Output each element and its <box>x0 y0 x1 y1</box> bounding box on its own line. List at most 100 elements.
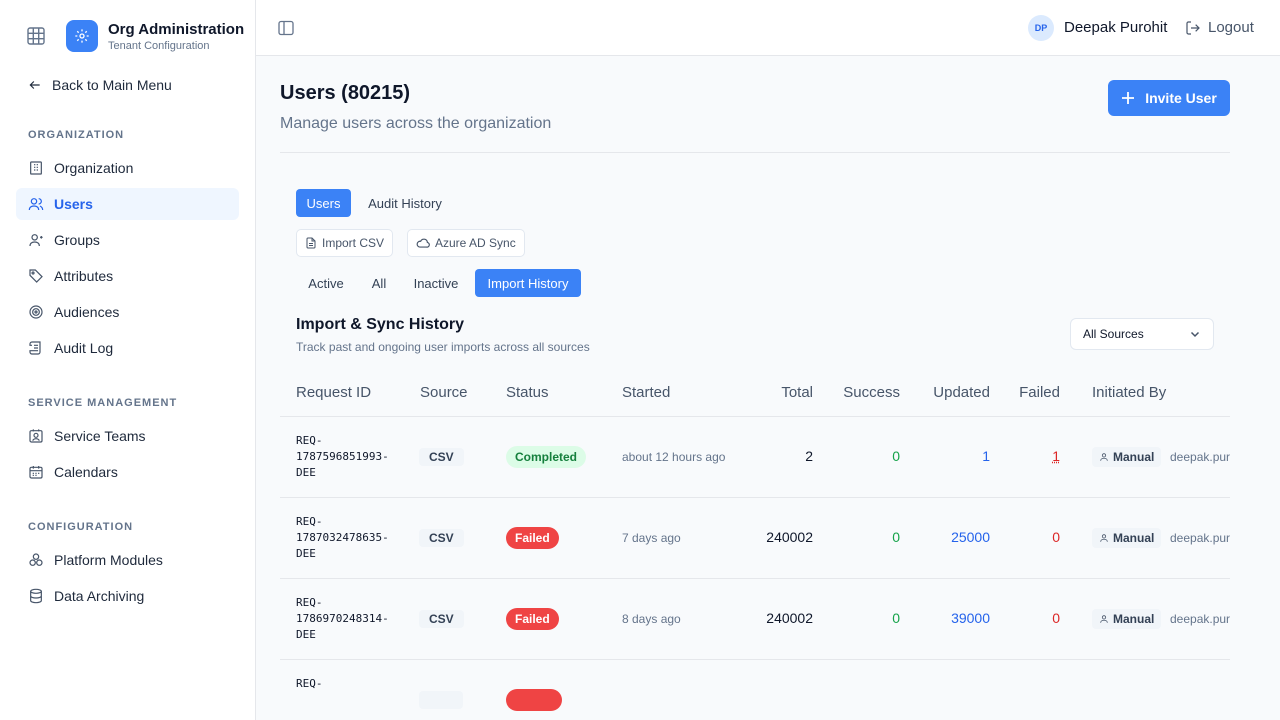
sidebar-item-label: Groups <box>54 232 100 248</box>
page-subtitle: Manage users across the organization <box>280 115 552 132</box>
tag-icon <box>29 269 43 283</box>
sidebar-item-data-archiving[interactable]: Data Archiving <box>16 580 239 612</box>
table-row[interactable]: REQ- 1786970248314- DEE CSV Failed 8 days … <box>280 579 1230 660</box>
col-updated: Updated <box>933 384 990 401</box>
modules-icon <box>29 553 43 566</box>
brand-subtitle: Tenant Configuration <box>108 40 210 52</box>
initiated-badge: Manual <box>1092 447 1162 467</box>
started-time: about 12 hours ago <box>622 450 726 464</box>
sidebar-item-label: Users <box>54 196 93 212</box>
tab-inactive[interactable]: Inactive <box>404 269 468 297</box>
history-subtitle: Track past and ongoing user imports acro… <box>296 340 590 354</box>
col-success: Success <box>843 384 900 401</box>
cloud-icon <box>416 238 430 248</box>
history-title: Import & Sync History <box>296 316 465 333</box>
scroll-icon <box>29 341 41 355</box>
calendar-icon <box>29 466 43 479</box>
started-time: 8 days ago <box>622 612 681 626</box>
brand-header: Org Administration Tenant Configuration <box>0 0 255 72</box>
avatar[interactable]: DP <box>1028 15 1054 41</box>
sidebar-item-groups[interactable]: Groups <box>16 224 239 256</box>
invite-user-label: Invite User <box>1145 90 1217 106</box>
sidebar-item-label: Data Archiving <box>54 588 145 604</box>
page-title: Users (80215) <box>280 82 411 104</box>
tab-all[interactable]: All <box>364 269 394 297</box>
sidebar-item-calendars[interactable]: Calendars <box>16 456 239 488</box>
history-table: Request ID Source Status Started Total S… <box>280 367 1230 720</box>
logout-icon <box>1186 20 1200 35</box>
section-label-service-management: SERVICE MANAGEMENT <box>28 397 178 409</box>
success-count: 0 <box>892 529 900 545</box>
col-source: Source <box>420 384 468 401</box>
col-request-id: Request ID <box>296 384 372 401</box>
request-id: REQ- 1787596851993- DEE <box>296 434 389 479</box>
initiator-email: deepak.purohit <box>1170 531 1230 545</box>
sidebar-item-service-teams[interactable]: Service Teams <box>16 420 239 452</box>
azure-ad-sync-label: Azure AD Sync <box>435 236 516 250</box>
request-id: REQ- 1786970248314- DEE <box>296 596 389 641</box>
target-icon <box>29 305 43 319</box>
sidebar-item-label: Calendars <box>54 464 118 480</box>
table-row[interactable]: REQ- <box>280 660 1230 720</box>
table-header: Request ID Source Status Started Total S… <box>280 367 1230 417</box>
success-count: 0 <box>892 610 900 626</box>
table-row[interactable]: REQ- 1787596851993- DEE CSV Completed abou… <box>280 417 1230 498</box>
sidebar-item-label: Audiences <box>54 304 120 320</box>
col-started: Started <box>622 384 671 401</box>
user-icon <box>1100 534 1108 542</box>
col-status: Status <box>506 384 549 401</box>
logout-button[interactable]: Logout <box>1185 19 1254 36</box>
building-icon <box>30 161 42 175</box>
arrow-left-icon <box>29 81 40 89</box>
success-count: 0 <box>892 448 900 464</box>
logout-label: Logout <box>1208 19 1254 36</box>
initiator-email: deepak.purohit <box>1170 612 1230 626</box>
table-row[interactable]: REQ- 1787032478635- DEE CSV Failed 7 days … <box>280 498 1230 579</box>
sidebar-item-attributes[interactable]: Attributes <box>16 260 239 292</box>
sidebar-toggle-icon[interactable] <box>278 20 294 36</box>
request-id: REQ- <box>296 677 323 690</box>
azure-ad-sync-button[interactable]: Azure AD Sync <box>407 229 525 257</box>
status-badge: Failed <box>506 608 559 630</box>
tab-audit-history[interactable]: Audit History <box>359 189 451 217</box>
total-count: 2 <box>805 448 813 464</box>
col-initiated-by: Initiated By <box>1092 384 1167 401</box>
total-count: 240002 <box>766 529 813 545</box>
user-icon <box>1100 453 1108 461</box>
source-badge: CSV <box>419 448 464 466</box>
user-icon <box>1100 615 1108 623</box>
failed-count[interactable]: 1 <box>1000 448 1060 464</box>
sidebar-item-label: Audit Log <box>54 340 114 356</box>
tab-users[interactable]: Users <box>296 189 351 217</box>
sidebar-item-audiences[interactable]: Audiences <box>16 296 239 328</box>
sidebar-item-users[interactable]: Users <box>16 188 239 220</box>
chevron-down-icon <box>1190 331 1200 338</box>
user-name[interactable]: Deepak Purohit <box>1064 19 1167 36</box>
apps-grid-icon[interactable] <box>27 27 45 45</box>
updated-count: 1 <box>982 448 990 464</box>
plus-icon <box>1122 92 1135 104</box>
source-badge: CSV <box>419 529 464 547</box>
sidebar-item-organization[interactable]: Organization <box>16 152 239 184</box>
total-count: 240002 <box>766 610 813 626</box>
updated-count: 39000 <box>951 610 990 626</box>
header-divider <box>280 152 1230 153</box>
updated-count: 25000 <box>951 529 990 545</box>
tab-import-history[interactable]: Import History <box>475 269 581 297</box>
status-badge <box>506 689 562 711</box>
sidebar-item-platform-modules[interactable]: Platform Modules <box>16 544 239 576</box>
invite-user-button[interactable]: Invite User <box>1108 80 1230 116</box>
sidebar-item-label: Platform Modules <box>54 552 163 568</box>
sidebar-item-audit-log[interactable]: Audit Log <box>16 332 239 364</box>
database-icon <box>30 588 42 604</box>
sidebar: Org Administration Tenant Configuration … <box>0 0 256 720</box>
brand-logo <box>66 20 98 52</box>
back-to-main-menu-link[interactable]: Back to Main Menu <box>28 75 172 95</box>
source-filter-select[interactable]: All Sources <box>1070 318 1214 350</box>
import-csv-button[interactable]: Import CSV <box>296 229 394 257</box>
section-label-organization: ORGANIZATION <box>28 129 125 141</box>
sidebar-item-label: Attributes <box>54 268 114 284</box>
tab-active[interactable]: Active <box>296 269 356 297</box>
initiated-badge: Manual <box>1092 528 1162 548</box>
topbar: DP Deepak Purohit Logout <box>256 0 1280 56</box>
